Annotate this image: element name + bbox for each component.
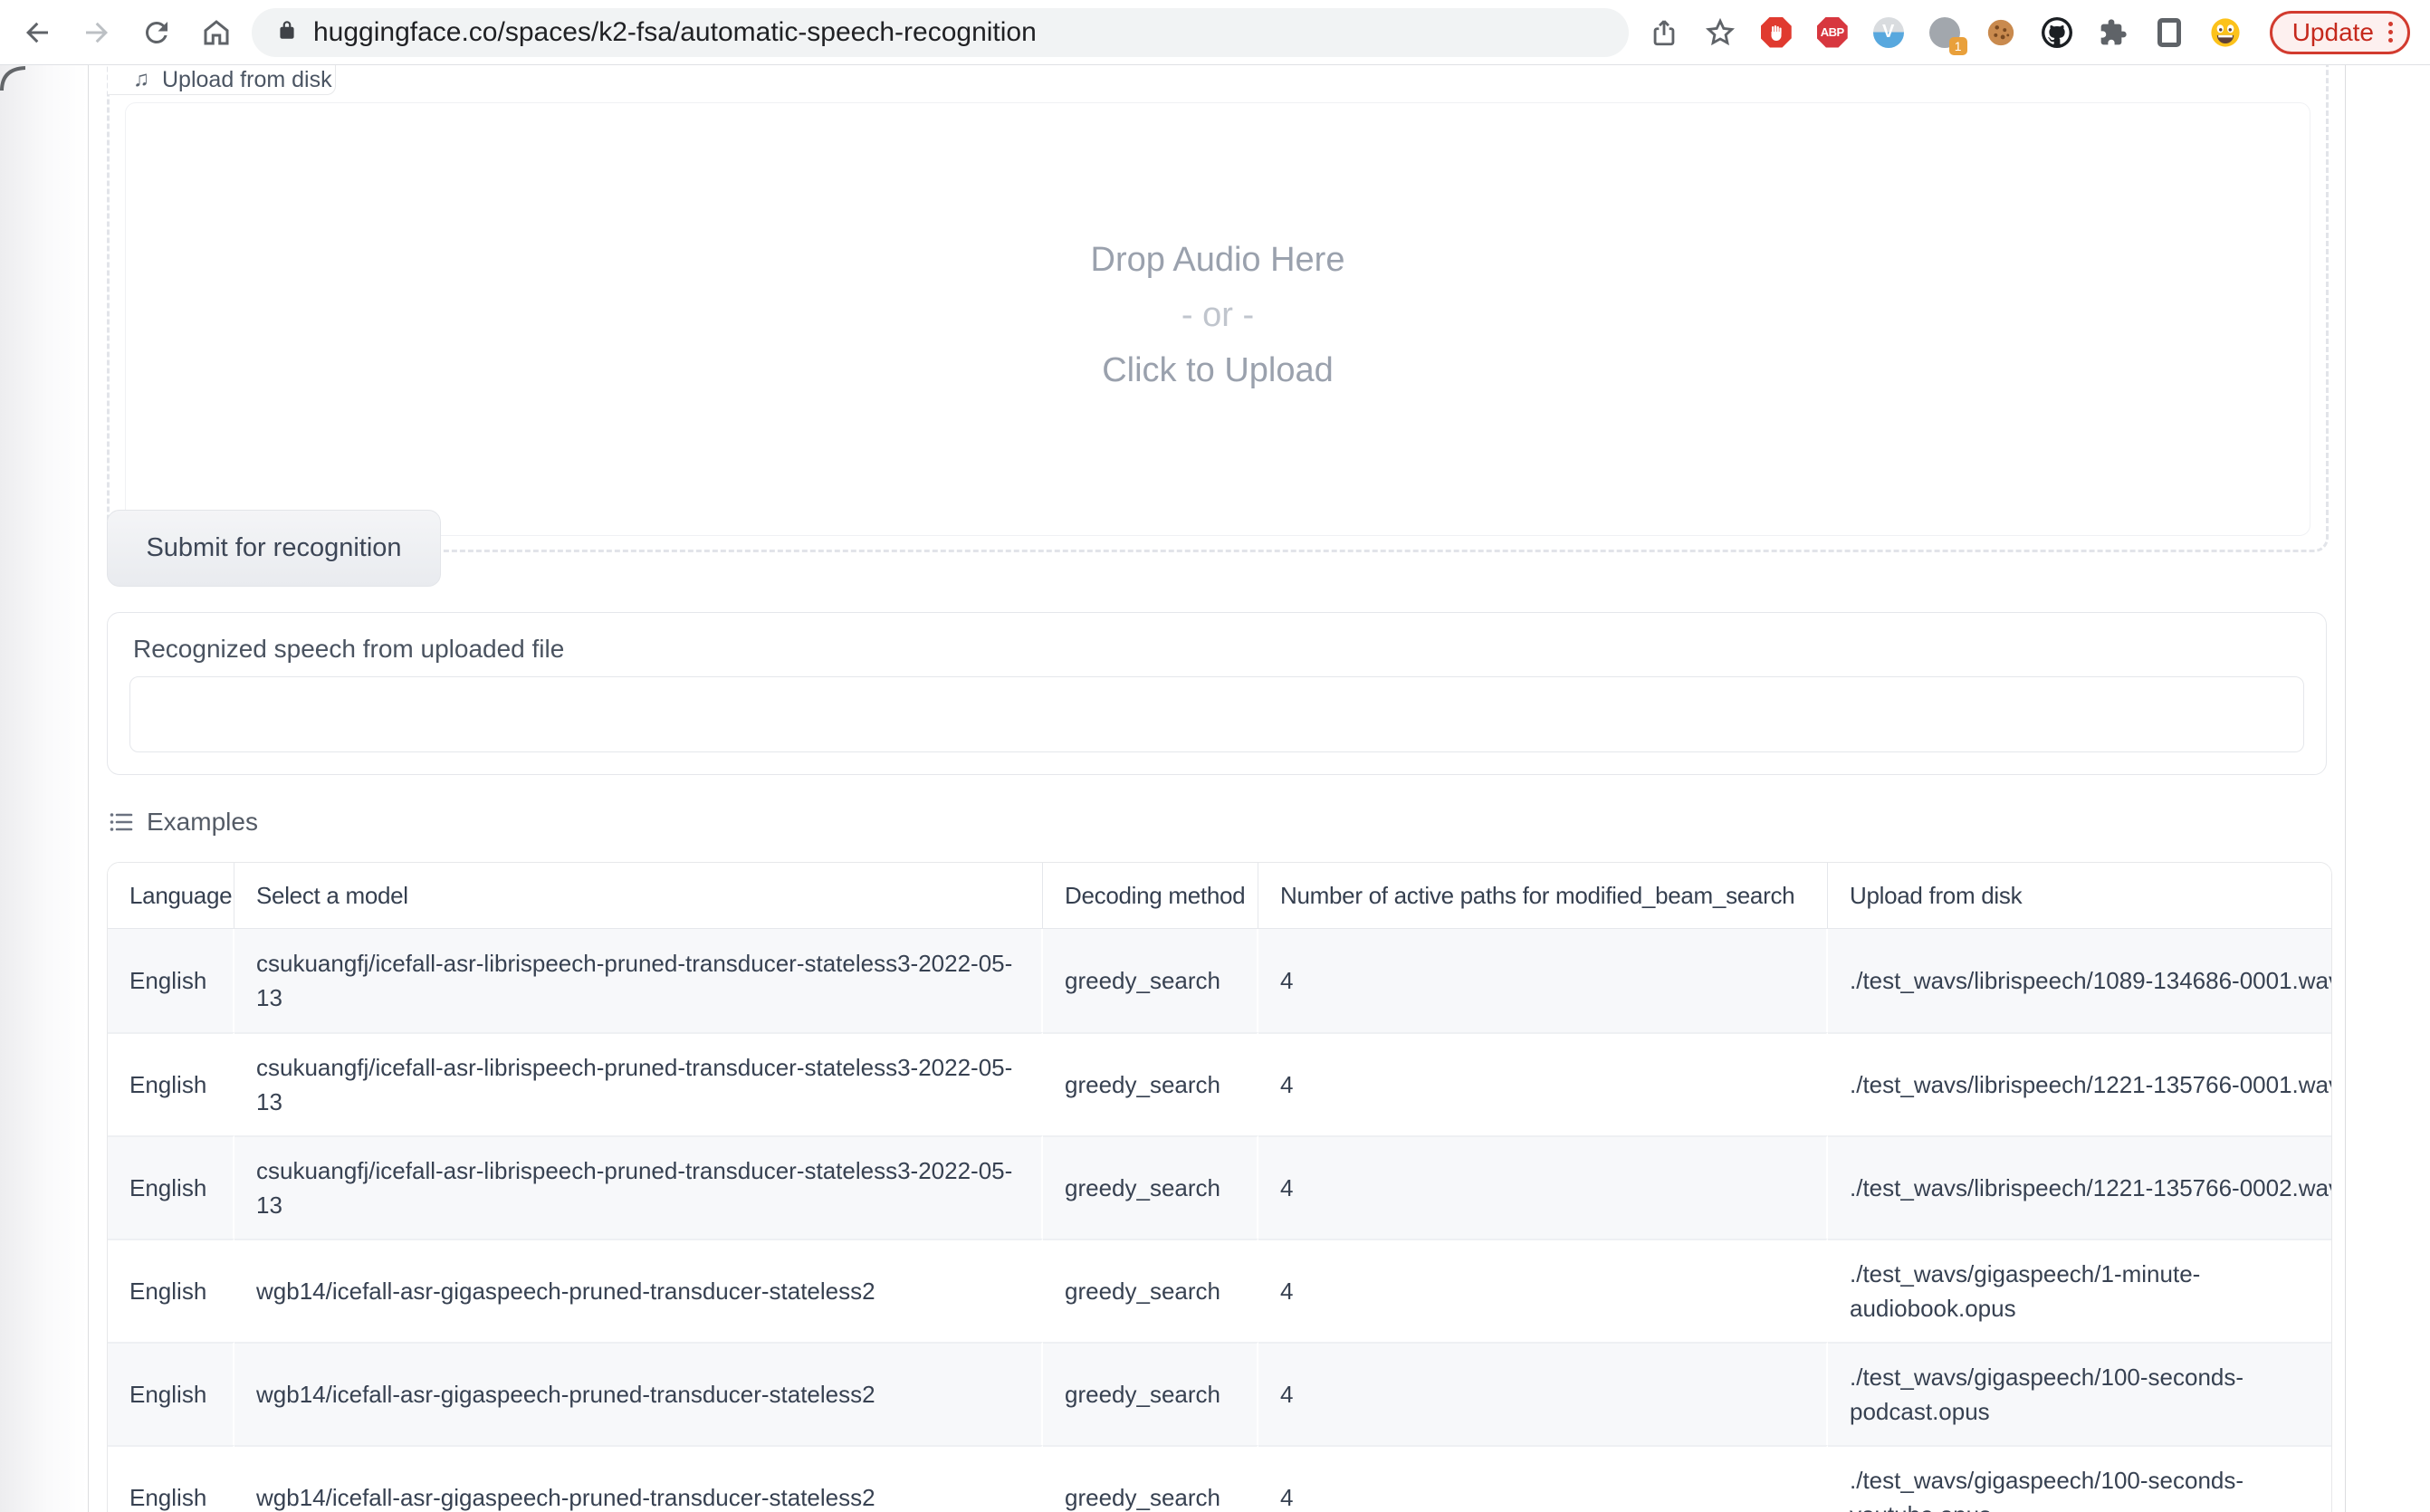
examples-table: Language Select a model Decoding method … [107,862,2332,1512]
tab-upload-from-disk[interactable]: ♫ Upload from disk [108,65,336,95]
bookmark-star-icon[interactable] [1703,15,1737,50]
drop-audio-text: Drop Audio Here [1091,241,1345,280]
share-icon[interactable] [1647,15,1681,50]
reload-icon[interactable] [139,15,174,50]
abp-icon[interactable]: ABP [1815,15,1850,50]
extensions-puzzle-icon[interactable] [2096,15,2130,50]
url-text: huggingface.co/spaces/k2-fsa/automatic-s… [313,17,1037,48]
lock-icon [275,18,299,46]
home-icon[interactable] [199,15,234,50]
recognized-speech-input[interactable] [129,676,2304,752]
audio-drop-inner[interactable]: Drop Audio Here - or - Click to Upload [125,102,2310,536]
adblock-icon[interactable] [1759,15,1794,50]
side-panel-icon[interactable] [2152,15,2186,50]
table-row[interactable]: English wgb14/icefall-asr-gigaspeech-pru… [108,1342,2331,1445]
right-divider [2345,65,2346,1512]
window-corner [0,65,25,91]
github-icon[interactable] [2040,15,2074,50]
v-extension-icon[interactable]: V [1871,15,1906,50]
col-active-paths: Number of active paths for modified_beam… [1258,863,1828,929]
tab-label: Upload from disk [162,67,332,93]
col-language: Language [108,863,234,929]
examples-label: Examples [147,808,258,837]
list-icon [109,809,134,835]
cookie-icon[interactable] [1984,15,2018,50]
music-note-icon: ♫ [133,69,149,91]
update-label: Update [2292,18,2374,47]
address-bar[interactable]: huggingface.co/spaces/k2-fsa/automatic-s… [252,8,1629,57]
update-button[interactable]: Update [2270,11,2410,54]
submit-button[interactable]: Submit for recognition [107,510,441,587]
profile-notification-icon[interactable]: 1 [1928,15,1962,50]
emoji-extension-icon[interactable] [2208,15,2243,50]
table-row[interactable]: English csukuangfj/icefall-asr-librispee… [108,929,2331,1032]
col-select-model: Select a model [234,863,1043,929]
audio-drop-zone[interactable]: Drop Audio Here - or - Click to Upload [107,65,2329,552]
table-row[interactable]: English wgb14/icefall-asr-gigaspeech-pru… [108,1239,2331,1342]
browser-menu-dots-icon[interactable] [2385,18,2397,46]
col-upload-from-disk: Upload from disk [1828,863,2331,929]
table-row[interactable]: English csukuangfj/icefall-asr-librispee… [108,1135,2331,1239]
table-header-row: Language Select a model Decoding method … [108,863,2331,929]
examples-header: Examples [109,806,258,838]
click-to-upload-text: Click to Upload [1102,351,1334,390]
output-label: Recognized speech from uploaded file [133,635,564,664]
back-icon[interactable] [20,15,54,50]
table-row[interactable]: English wgb14/icefall-asr-gigaspeech-pru… [108,1445,2331,1512]
col-decoding-method: Decoding method [1043,863,1258,929]
browser-toolbar: huggingface.co/spaces/k2-fsa/automatic-s… [0,0,2430,65]
output-block: Recognized speech from uploaded file [107,612,2327,775]
drop-or-text: - or - [1182,296,1254,335]
notification-badge: 1 [1949,37,1967,55]
left-gutter [0,65,89,1512]
page-content: Drop Audio Here - or - Click to Upload ♫… [0,65,2430,1512]
table-row[interactable]: English csukuangfj/icefall-asr-librispee… [108,1032,2331,1135]
forward-icon[interactable] [80,15,114,50]
